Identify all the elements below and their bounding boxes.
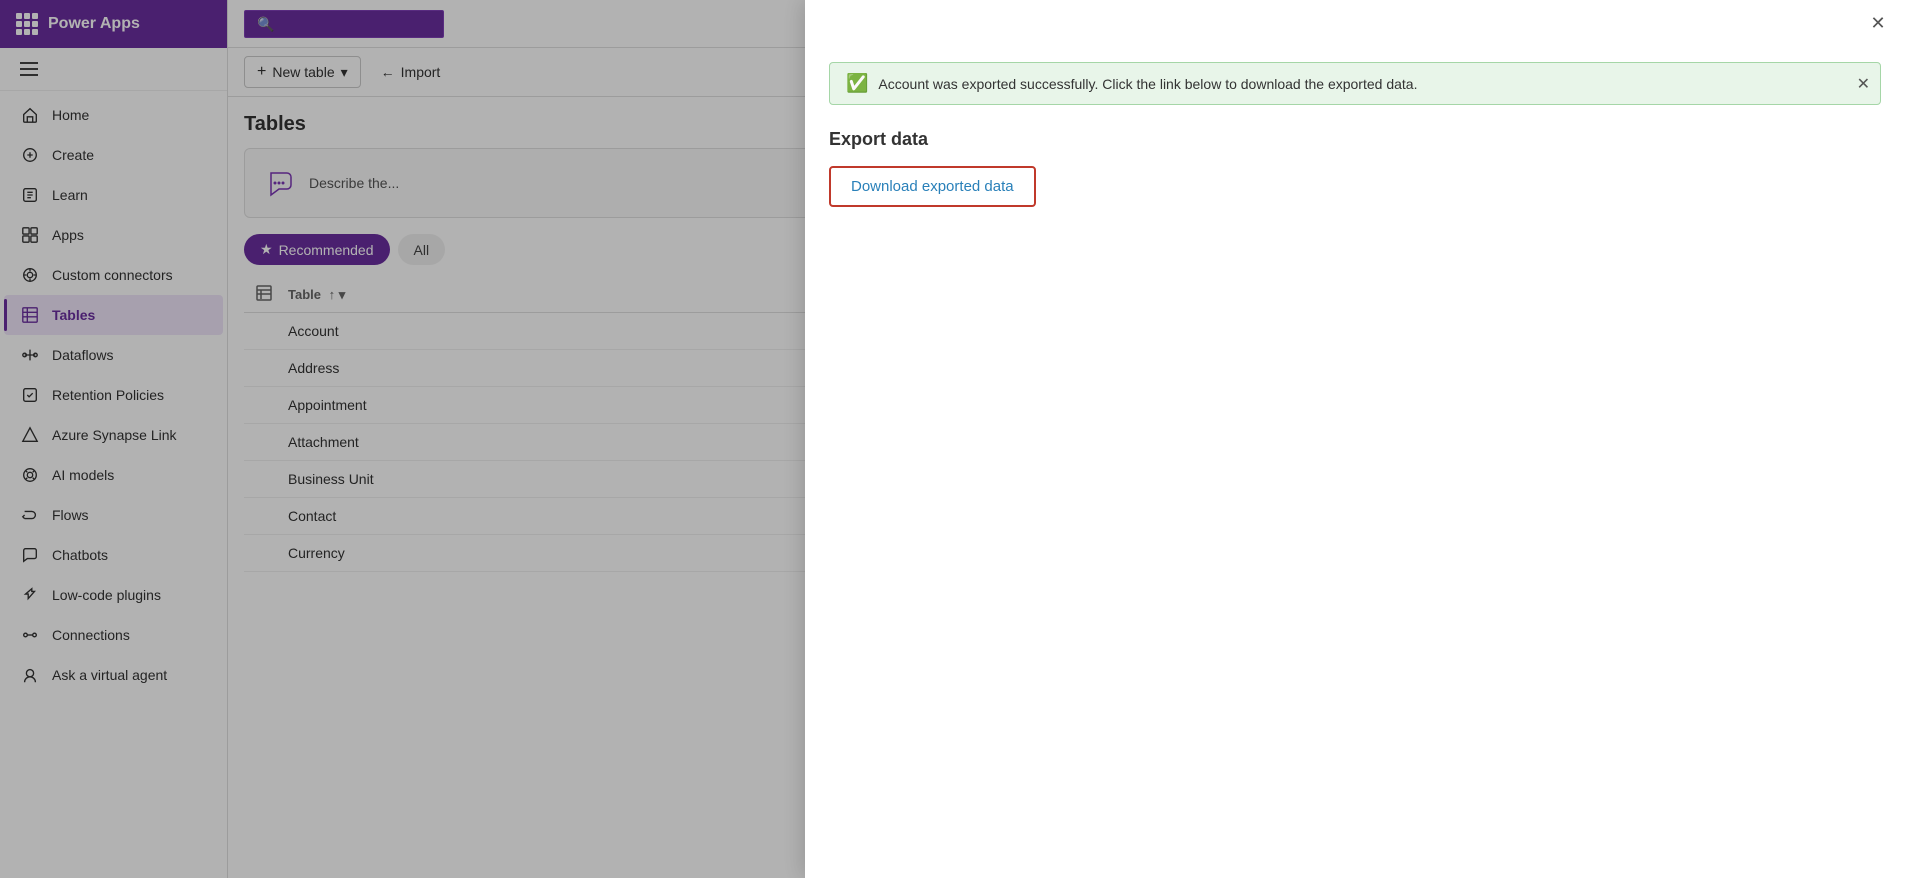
modal-close-bar: ✕ [805,0,1905,46]
download-label: Download exported data [851,178,1014,195]
close-icon: ✕ [1870,13,1885,34]
download-exported-data-link[interactable]: Download exported data [829,166,1036,207]
modal-close-button[interactable]: ✕ [1863,8,1893,38]
export-data-title: Export data [829,129,1881,150]
modal-body: ✅ Account was exported successfully. Cli… [805,46,1905,878]
banner-close-icon: ✕ [1857,76,1870,93]
export-data-section: Export data Download exported data [829,129,1881,207]
modal-overlay: ✕ ✅ Account was exported successfully. C… [0,0,1905,878]
banner-close-button[interactable]: ✕ [1857,74,1870,94]
export-modal: ✕ ✅ Account was exported successfully. C… [805,0,1905,878]
success-check-icon: ✅ [846,73,868,94]
success-banner: ✅ Account was exported successfully. Cli… [829,62,1881,105]
success-message: Account was exported successfully. Click… [878,76,1864,92]
